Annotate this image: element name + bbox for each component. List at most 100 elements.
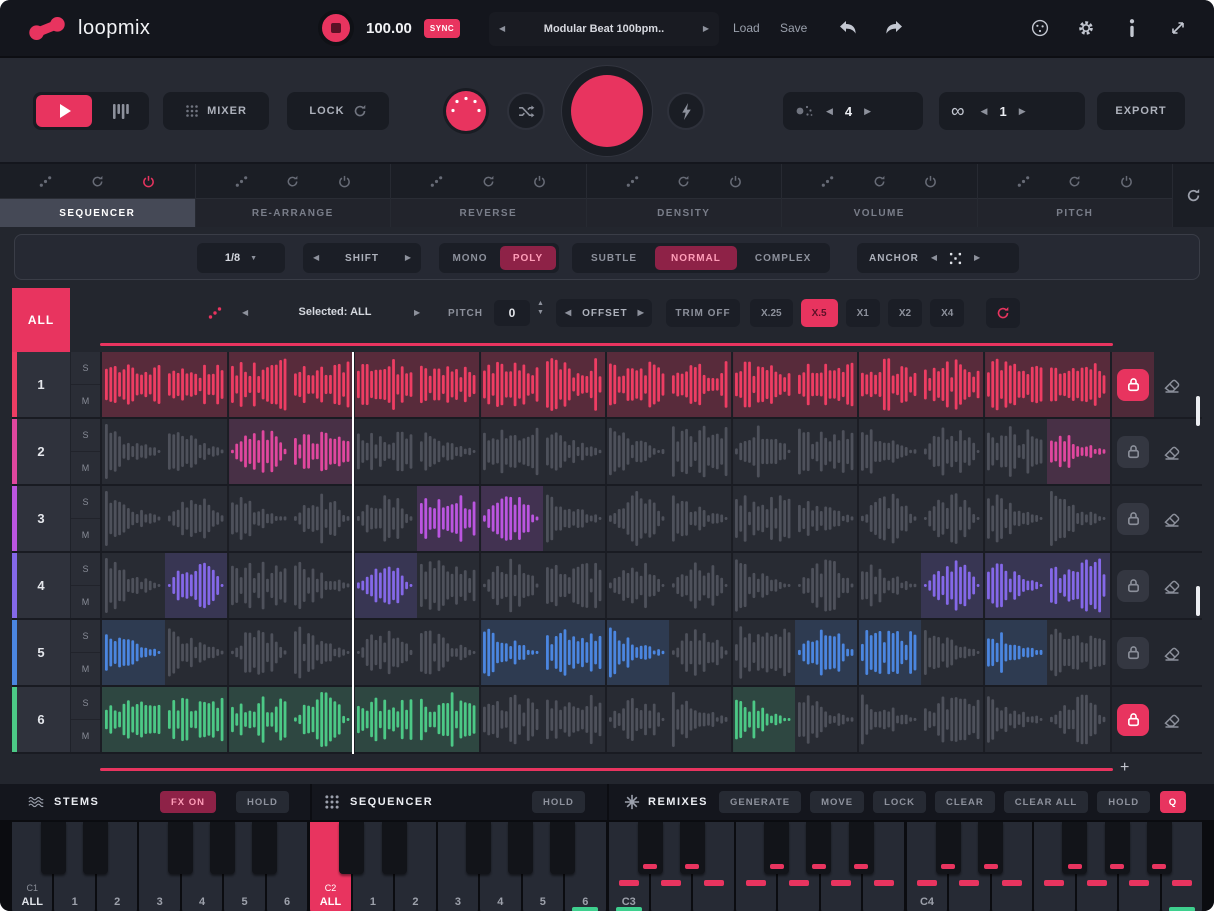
waveform-lane[interactable] (100, 352, 1110, 417)
poly-option[interactable]: POLY (500, 246, 556, 270)
track-number[interactable]: 1 (12, 352, 70, 417)
scrollbar-track[interactable] (1190, 687, 1202, 752)
stems-hold-button[interactable]: HOLD (236, 791, 289, 813)
selected-next-button[interactable]: ▶ (414, 309, 420, 317)
black-key[interactable] (1105, 822, 1130, 874)
mixer-button[interactable]: MIXER (163, 92, 269, 130)
track-number[interactable]: 4 (12, 553, 70, 618)
black-key[interactable] (339, 822, 364, 874)
redo-button[interactable] (884, 19, 904, 37)
waveform-lane[interactable] (100, 419, 1110, 484)
black-key[interactable] (550, 822, 575, 874)
complexity-subtle[interactable]: SUBTLE (575, 246, 653, 270)
rate-dropdown[interactable]: 1/8 ▼ (197, 243, 285, 273)
main-macro-knob[interactable] (561, 65, 653, 157)
eraser-button[interactable] (1162, 375, 1182, 395)
stop-button[interactable] (318, 10, 354, 46)
bars-next-button[interactable]: ▶ (864, 107, 871, 116)
solo-button[interactable]: S (71, 553, 100, 586)
tab-pitch[interactable]: PITCH (978, 164, 1174, 227)
trigger-knob[interactable] (667, 92, 705, 130)
solo-button[interactable]: S (71, 352, 100, 385)
tab-sequencer[interactable]: SEQUENCER (0, 164, 196, 227)
pitch-up-icon[interactable]: ▲ (537, 300, 544, 307)
eraser-button[interactable] (1162, 442, 1182, 462)
solo-button[interactable]: S (71, 687, 100, 720)
remix-clear-all-button[interactable]: CLEAR ALL (1004, 791, 1088, 813)
mute-button[interactable]: M (71, 720, 100, 752)
eraser-button[interactable] (1162, 643, 1182, 663)
black-key[interactable] (168, 822, 193, 874)
loop-icon[interactable] (286, 175, 299, 188)
waveform-lane[interactable] (100, 687, 1110, 752)
pattern-icon[interactable] (626, 175, 639, 188)
loop-icon[interactable] (482, 175, 495, 188)
pattern-icon[interactable] (821, 175, 834, 188)
loop-icon[interactable] (1068, 175, 1081, 188)
pattern-icon[interactable] (235, 175, 248, 188)
black-key[interactable] (210, 822, 235, 874)
black-key[interactable] (764, 822, 789, 874)
speed-x.25[interactable]: X.25 (750, 299, 793, 327)
load-button[interactable]: Load (733, 0, 760, 56)
loop-prev-button[interactable]: ◀ (981, 107, 988, 116)
add-button[interactable]: + (1120, 759, 1129, 777)
preset-next-button[interactable]: ▶ (703, 25, 709, 33)
track-number[interactable]: 2 (12, 419, 70, 484)
power-icon[interactable] (924, 175, 937, 188)
anchor-prev-button[interactable]: ◀ (931, 254, 937, 262)
trim-toggle[interactable]: TRIM OFF (666, 299, 740, 327)
anchor-next-button[interactable]: ▶ (974, 254, 980, 262)
black-key[interactable] (83, 822, 108, 874)
black-key[interactable] (638, 822, 663, 874)
retrigger-button[interactable] (986, 298, 1020, 328)
black-key[interactable] (382, 822, 407, 874)
fx-on-toggle[interactable]: FX ON (160, 791, 216, 813)
preset-prev-button[interactable]: ◀ (499, 25, 505, 33)
undo-button[interactable] (838, 19, 858, 37)
black-key[interactable] (806, 822, 831, 874)
complexity-complex[interactable]: COMPLEX (739, 246, 827, 270)
bars-prev-button[interactable]: ◀ (826, 107, 833, 116)
loop-icon[interactable] (677, 175, 690, 188)
black-key[interactable] (849, 822, 874, 874)
black-key[interactable] (680, 822, 705, 874)
loop-next-button[interactable]: ▶ (1019, 107, 1026, 116)
mute-button[interactable]: M (71, 385, 100, 417)
lock-mode-button[interactable]: LOCK (287, 92, 389, 130)
pattern-icon[interactable] (1017, 175, 1030, 188)
mute-button[interactable]: M (71, 653, 100, 685)
lock-button[interactable] (1117, 637, 1149, 669)
quantize-toggle[interactable]: Q (1160, 791, 1186, 813)
bpm-display[interactable]: 100.00 (366, 20, 412, 37)
pattern-icon[interactable] (39, 175, 52, 188)
solo-button[interactable]: S (71, 620, 100, 653)
speed-x2[interactable]: X2 (888, 299, 922, 327)
track-number[interactable]: 3 (12, 486, 70, 551)
mute-button[interactable]: M (71, 586, 100, 618)
eraser-button[interactable] (1162, 576, 1182, 596)
info-icon[interactable] (1122, 19, 1142, 37)
remix-clear-button[interactable]: CLEAR (935, 791, 995, 813)
waveform-lane[interactable] (100, 486, 1110, 551)
lock-button[interactable] (1117, 369, 1149, 401)
amount-knob[interactable] (446, 91, 486, 131)
black-key[interactable] (252, 822, 277, 874)
tab-volume[interactable]: VOLUME (782, 164, 978, 227)
pitch-value[interactable]: 0 (494, 300, 530, 326)
offset-prev-button[interactable]: ◀ (565, 309, 572, 317)
remix-lock-button[interactable]: LOCK (873, 791, 926, 813)
speed-x1[interactable]: X1 (846, 299, 880, 327)
loop-icon[interactable] (873, 175, 886, 188)
black-key[interactable] (466, 822, 491, 874)
scrollbar-track[interactable] (1190, 486, 1202, 551)
pitch-stepper[interactable]: ▲ ▼ (537, 300, 544, 316)
pitch-down-icon[interactable]: ▼ (537, 309, 544, 316)
black-key[interactable] (1147, 822, 1172, 874)
power-icon[interactable] (1120, 175, 1133, 188)
solo-button[interactable]: S (71, 486, 100, 519)
offset-next-button[interactable]: ▶ (638, 309, 645, 317)
complexity-normal[interactable]: NORMAL (655, 246, 737, 270)
tab-reverse[interactable]: REVERSE (391, 164, 587, 227)
power-icon[interactable] (142, 175, 155, 188)
